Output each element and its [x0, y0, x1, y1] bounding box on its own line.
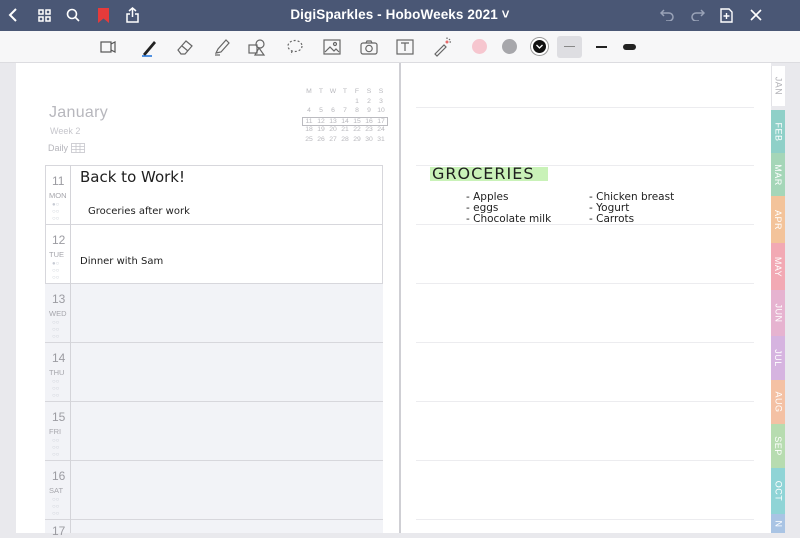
day-number: 12: [52, 233, 66, 247]
day-name: FRI: [49, 427, 62, 436]
month-tab-sep[interactable]: SEP: [771, 424, 785, 468]
color-swatch-pink[interactable]: [472, 39, 487, 54]
right-margin: [785, 63, 800, 533]
stroke-size-medium[interactable]: [589, 36, 614, 58]
undo-icon[interactable]: [657, 5, 677, 25]
right-notes-page: [401, 63, 771, 533]
day-row-sun[interactable]: 17: [45, 520, 383, 538]
share-icon[interactable]: [122, 5, 142, 25]
habit-dots[interactable]: ○○ ○○ ○○: [52, 497, 59, 518]
read-only-icon[interactable]: [97, 36, 119, 58]
day-name: THU: [49, 368, 65, 377]
mini-calendar-week[interactable]: 4 5 6 7 8 9 10: [303, 107, 388, 117]
grocery-list-col1: - Apples - eggs - Chocolate milk: [466, 192, 551, 225]
day-number: 13: [52, 292, 66, 306]
bookmark-icon[interactable]: [93, 5, 113, 25]
month-title: January: [49, 104, 109, 121]
grocery-item[interactable]: - Carrots: [589, 214, 674, 225]
month-tab-may[interactable]: MAY: [771, 243, 785, 290]
month-tab-nov[interactable]: N: [771, 514, 785, 533]
note-back-to-work[interactable]: Back to Work!: [80, 168, 185, 186]
grocery-list-col2: - Chicken breast - Yogurt - Carrots: [589, 192, 674, 225]
chevron-left-icon[interactable]: [4, 5, 24, 25]
month-tab-apr[interactable]: APR: [771, 196, 785, 243]
day-number: 15: [52, 410, 66, 424]
mini-calendar-headers: MTWTFSS: [306, 88, 384, 95]
groceries-heading[interactable]: GROCERIES: [432, 164, 535, 183]
drawing-toolbar: ✱: [0, 31, 800, 63]
habit-dots[interactable]: ○○ ○○ ○○: [52, 379, 59, 400]
camera-icon[interactable]: [358, 36, 380, 58]
mini-calendar-week[interactable]: 123: [303, 98, 388, 108]
image-icon[interactable]: [321, 36, 343, 58]
stroke-size-thick[interactable]: [617, 36, 642, 58]
note-groceries-after-work[interactable]: Groceries after work: [88, 206, 190, 217]
mini-calendar-current-week[interactable]: 11 12 13 14 15 16 17: [302, 116, 388, 127]
day-name: WED: [49, 309, 67, 318]
mini-calendar: MTWTFSS 123 4 5 6 7 8 9 10 11 12 13 14 15 16 17 18 19…: [302, 88, 388, 146]
month-tab-jun[interactable]: JUN: [771, 290, 785, 336]
color-swatch-gray[interactable]: [502, 39, 517, 54]
eraser-icon[interactable]: [174, 36, 196, 58]
daily-view-label[interactable]: Daily: [48, 143, 85, 153]
shapes-icon[interactable]: [246, 36, 268, 58]
mini-calendar-week[interactable]: 25 26 27 28 29 30 31: [303, 136, 388, 146]
highlighter-icon[interactable]: [211, 36, 233, 58]
day-name: TUE: [49, 250, 64, 259]
search-icon[interactable]: [63, 5, 83, 25]
day-column-divider: [70, 165, 71, 533]
day-row-fri[interactable]: 15 FRI ○○ ○○ ○○: [45, 402, 383, 461]
grocery-item[interactable]: - Chocolate milk: [466, 214, 551, 225]
day-row-thu[interactable]: 14 THU ○○ ○○ ○○: [45, 343, 383, 402]
habit-dots[interactable]: ●○ ○○ ○○: [52, 202, 59, 223]
laser-pointer-icon[interactable]: [431, 36, 453, 58]
color-swatch-black-selected[interactable]: [531, 38, 548, 55]
stroke-size-thin[interactable]: [557, 36, 582, 58]
day-name: MON: [49, 191, 67, 200]
day-row-wed[interactable]: 13 WED ○○ ○○ ○○: [45, 284, 383, 343]
day-number: 16: [52, 469, 66, 483]
day-number: 17: [52, 524, 66, 538]
month-tab-mar[interactable]: MAR: [771, 153, 785, 196]
lasso-icon[interactable]: [284, 36, 306, 58]
grid-icon[interactable]: [34, 5, 54, 25]
week-label: Week 2: [50, 126, 81, 136]
month-tab-jan[interactable]: JAN: [771, 66, 785, 106]
day-number: 14: [52, 351, 66, 365]
day-name: SAT: [49, 486, 64, 495]
close-icon[interactable]: [746, 5, 766, 25]
add-page-icon[interactable]: [716, 5, 736, 25]
mini-calendar-week[interactable]: 18 19 20 21 22 23 24: [303, 126, 388, 136]
day-number: 11: [52, 174, 65, 188]
app-title[interactable]: DigiSparkles - HoboWeeks 2021 ˅: [0, 7, 800, 22]
day-row-tue[interactable]: 12 TUE ●○ ○○ ○○: [45, 225, 383, 284]
redo-icon[interactable]: [687, 5, 707, 25]
day-row-sat[interactable]: 16 SAT ○○ ○○ ○○: [45, 461, 383, 520]
habit-dots[interactable]: ○○ ○○ ○○: [52, 438, 59, 459]
month-tab-aug[interactable]: AUG: [771, 380, 785, 424]
month-tab-feb[interactable]: FEB: [771, 110, 785, 153]
note-dinner-with-sam[interactable]: Dinner with Sam: [80, 256, 163, 267]
month-tab-jul[interactable]: JUL: [771, 336, 785, 380]
habit-dots[interactable]: ○○ ○○ ○○: [52, 320, 59, 341]
text-icon[interactable]: [394, 36, 416, 58]
app-title-bar: DigiSparkles - HoboWeeks 2021 ˅: [0, 0, 800, 31]
pen-icon[interactable]: ✱: [139, 36, 161, 58]
month-tab-oct[interactable]: OCT: [771, 468, 785, 514]
habit-dots[interactable]: ●○ ○○ ○○: [52, 261, 59, 282]
